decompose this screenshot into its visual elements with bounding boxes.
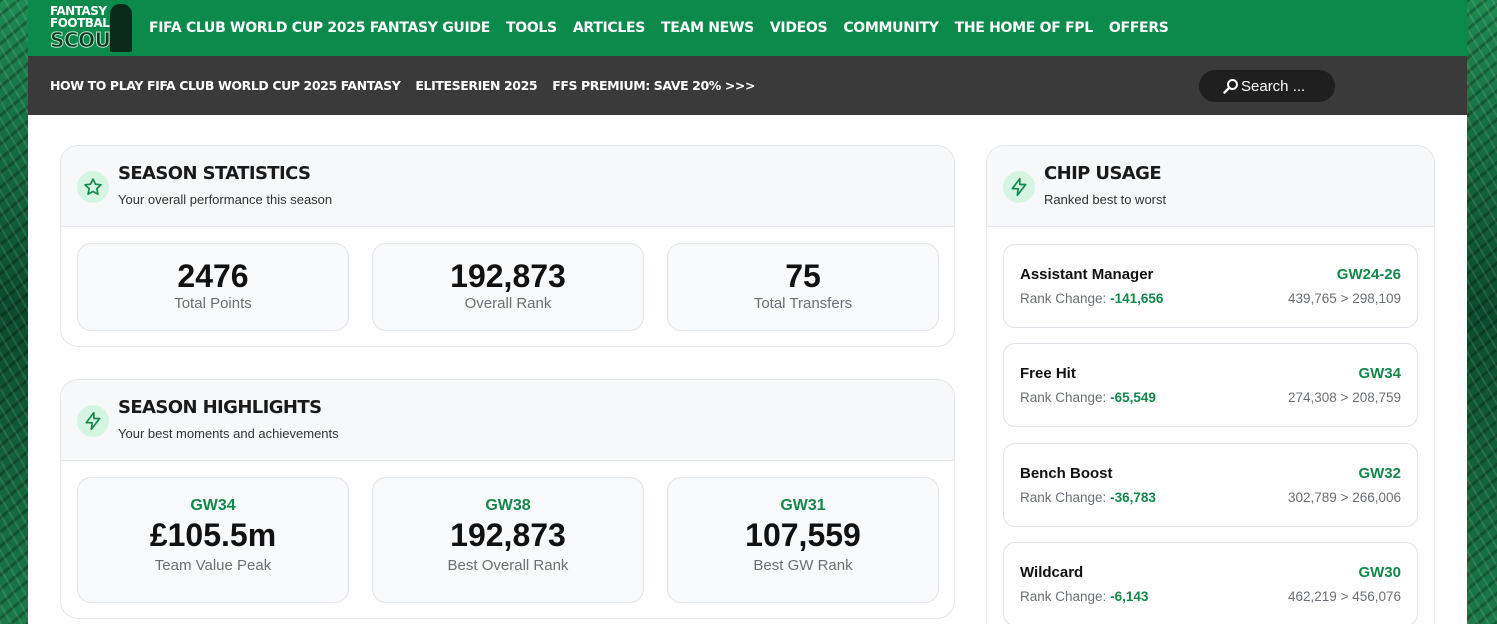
- nav-item-team-news[interactable]: TEAM NEWS: [661, 20, 754, 36]
- nav-item-videos[interactable]: VIDEOS: [770, 20, 828, 36]
- season-highlights-subtitle: Your best moments and achievements: [118, 426, 339, 441]
- highlight-best-gw-rank: GW31 107,559 Best GW Rank: [667, 477, 939, 603]
- rank-change-label: Rank Change:: [1020, 490, 1107, 505]
- chip-name: Free Hit: [1020, 365, 1076, 382]
- highlight-value: 107,559: [745, 517, 861, 553]
- stat-total-transfers: 75 Total Transfers: [667, 243, 939, 331]
- subnav-item-how-to-play[interactable]: HOW TO PLAY FIFA CLUB WORLD CUP 2025 FAN…: [50, 78, 401, 93]
- chip-gameweek: GW30: [1358, 564, 1401, 581]
- highlight-label: Best GW Rank: [753, 557, 853, 574]
- chip-row-free-hit[interactable]: Free Hit GW34 Rank Change: -65,549 274,3…: [1003, 343, 1418, 427]
- season-statistics-title: SEASON STATISTICS: [118, 163, 311, 184]
- highlight-value: 192,873: [450, 517, 566, 553]
- rank-change-label: Rank Change:: [1020, 589, 1107, 604]
- chip-rank-change: Rank Change: -36,783: [1020, 490, 1156, 505]
- highlight-label: Team Value Peak: [154, 557, 272, 574]
- chip-gameweek: GW24-26: [1336, 266, 1401, 283]
- chip-row-assistant-manager[interactable]: Assistant Manager GW24-26 Rank Change: -…: [1003, 244, 1418, 328]
- nav-item-community[interactable]: COMMUNITY: [843, 20, 939, 36]
- chip-row-bench-boost[interactable]: Bench Boost GW32 Rank Change: -36,783 30…: [1003, 443, 1418, 527]
- rank-change-value: -6,143: [1110, 589, 1149, 604]
- search-label: Search ...: [1241, 77, 1306, 95]
- top-nav: FANTASY FOOTBALL SCOUT FIFA CLUB WORLD C…: [28, 0, 1467, 56]
- season-highlights-card: SEASON HIGHLIGHTS Your best moments and …: [60, 379, 955, 619]
- subnav-item-ffs-premium[interactable]: FFS PREMIUM: SAVE 20% >>>: [552, 78, 755, 93]
- season-highlights-title: SEASON HIGHLIGHTS: [118, 397, 322, 418]
- background-right: [1467, 0, 1497, 624]
- chip-usage-title: CHIP USAGE: [1044, 163, 1162, 184]
- logo-figure-icon: [110, 4, 132, 52]
- highlight-best-overall-rank: GW38 192,873 Best Overall Rank: [372, 477, 644, 603]
- rank-change-label: Rank Change:: [1020, 291, 1107, 306]
- rank-change-value: -141,656: [1110, 291, 1164, 306]
- lightning-icon: [1003, 171, 1035, 203]
- chip-usage-card: CHIP USAGE Ranked best to worst Assistan…: [986, 145, 1435, 624]
- subnav-item-eliteserien[interactable]: ELITESERIEN 2025: [415, 78, 537, 93]
- chip-rank-range: 462,219 > 456,076: [1288, 589, 1401, 604]
- lightning-icon: [77, 405, 109, 437]
- site-logo[interactable]: FANTASY FOOTBALL SCOUT: [48, 2, 134, 54]
- highlight-gameweek: GW38: [485, 497, 531, 514]
- stat-value: 75: [785, 258, 821, 294]
- highlight-value: £105.5m: [149, 517, 277, 553]
- stat-overall-rank: 192,873 Overall Rank: [372, 243, 644, 331]
- nav-item-offers[interactable]: OFFERS: [1109, 20, 1169, 36]
- chip-gameweek: GW34: [1358, 365, 1401, 382]
- chip-name: Bench Boost: [1020, 465, 1113, 482]
- stat-label: Overall Rank: [464, 295, 552, 312]
- chip-rank-change: Rank Change: -6,143: [1020, 589, 1148, 604]
- chip-rank-range: 274,308 > 208,759: [1288, 390, 1401, 405]
- chip-rank-change: Rank Change: -65,549: [1020, 390, 1156, 405]
- stat-value: 2476: [177, 258, 249, 294]
- rank-change-value: -36,783: [1110, 490, 1156, 505]
- nav-item-articles[interactable]: ARTICLES: [573, 20, 645, 36]
- chip-row-wildcard[interactable]: Wildcard GW30 Rank Change: -6,143 462,21…: [1003, 542, 1418, 624]
- stat-label: Total Points: [174, 295, 252, 312]
- chip-usage-subtitle: Ranked best to worst: [1044, 192, 1167, 207]
- background-left: [0, 0, 30, 624]
- nav-item-home-of-fpl[interactable]: THE HOME OF FPL: [955, 20, 1094, 36]
- search-icon: [1223, 79, 1238, 94]
- chip-rank-change: Rank Change: -141,656: [1020, 291, 1163, 306]
- stat-value: 192,873: [450, 258, 566, 294]
- season-statistics-subtitle: Your overall performance this season: [118, 192, 333, 207]
- sub-nav: HOW TO PLAY FIFA CLUB WORLD CUP 2025 FAN…: [28, 56, 1467, 115]
- rank-change-value: -65,549: [1110, 390, 1156, 405]
- nav-item-tools[interactable]: TOOLS: [506, 20, 557, 36]
- chip-rank-range: 302,789 > 266,006: [1288, 490, 1401, 505]
- stat-label: Total Transfers: [753, 295, 853, 312]
- chip-name: Wildcard: [1020, 564, 1084, 581]
- chip-name: Assistant Manager: [1020, 266, 1154, 283]
- page: FANTASY FOOTBALL SCOUT FIFA CLUB WORLD C…: [28, 0, 1467, 624]
- chip-rank-range: 439,765 > 298,109: [1288, 291, 1401, 306]
- highlight-label: Best Overall Rank: [447, 557, 569, 574]
- stat-total-points: 2476 Total Points: [77, 243, 349, 331]
- search-button[interactable]: Search ...: [1199, 70, 1335, 102]
- highlight-team-value-peak: GW34 £105.5m Team Value Peak: [77, 477, 349, 603]
- chip-gameweek: GW32: [1358, 465, 1401, 482]
- season-statistics-header: SEASON STATISTICS Your overall performan…: [61, 146, 954, 227]
- season-statistics-card: SEASON STATISTICS Your overall performan…: [60, 145, 955, 347]
- highlight-gameweek: GW31: [780, 497, 826, 514]
- rank-change-label: Rank Change:: [1020, 390, 1107, 405]
- season-highlights-header: SEASON HIGHLIGHTS Your best moments and …: [61, 380, 954, 461]
- nav-item-club-world-cup-guide[interactable]: FIFA CLUB WORLD CUP 2025 FANTASY GUIDE: [149, 20, 490, 36]
- chip-usage-header: CHIP USAGE Ranked best to worst: [987, 146, 1434, 227]
- star-icon: [77, 171, 109, 203]
- highlight-gameweek: GW34: [190, 497, 236, 514]
